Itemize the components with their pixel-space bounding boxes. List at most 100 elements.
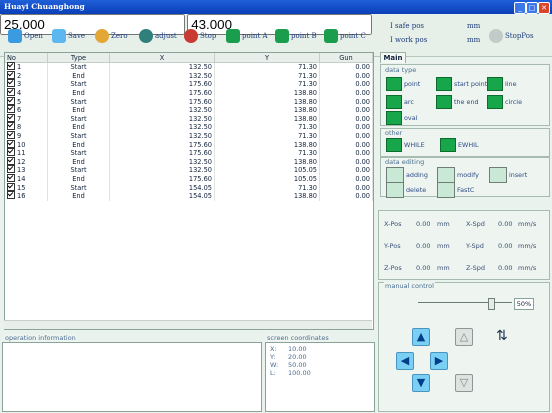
table-row[interactable]: 16 End 154.05 138.80 0.00 (5, 191, 373, 201)
insert-button[interactable]: insert (489, 167, 527, 183)
row-checkbox[interactable] (7, 191, 15, 200)
arc-button[interactable]: arc (386, 95, 414, 109)
table-row[interactable]: 10 End 175.60 138.80 0.00 (5, 139, 373, 149)
row-gun: 0.00 (319, 148, 373, 158)
oval-button[interactable]: oval (386, 111, 417, 125)
row-checkbox[interactable] (7, 174, 15, 183)
table-row[interactable]: 15 Start 154.05 71.30 0.00 (5, 182, 373, 192)
while-button[interactable]: WHILE (386, 138, 425, 152)
header-gun: Gun (319, 53, 373, 63)
z-down-arrow-button[interactable]: ▽ (455, 374, 473, 392)
toolbar: Open Save Zero adjust Stop point A point… (0, 14, 552, 57)
table-row[interactable]: 8 End 132.50 71.30 0.00 (5, 122, 373, 132)
start-point-label: start point (454, 80, 488, 88)
x-spd-unit: mm/s (518, 220, 537, 228)
y-pos-unit: mm (437, 242, 450, 250)
zero-icon (95, 29, 109, 43)
down-arrow-button[interactable]: ▼ (412, 374, 430, 392)
screen-coords-title: screen coordinates (266, 334, 330, 342)
ewhil-button[interactable]: EWHIL (440, 138, 479, 152)
horizontal-scrollbar[interactable] (4, 320, 372, 329)
table-row[interactable]: 6 End 132.50 138.80 0.00 (5, 105, 373, 115)
table-row[interactable]: 9 Start 132.50 71.30 0.00 (5, 131, 373, 141)
row-checkbox[interactable] (7, 165, 15, 174)
stoppos-button[interactable]: StopPos (489, 26, 534, 46)
row-checkbox[interactable] (7, 131, 15, 140)
row-checkbox[interactable] (7, 88, 15, 97)
row-checkbox[interactable] (7, 148, 15, 157)
table-row[interactable]: 1 Start 132.50 71.30 0.00 (5, 62, 373, 72)
table-row[interactable]: 4 End 175.60 138.80 0.00 (5, 88, 373, 98)
other-title: other (384, 129, 404, 137)
row-gun: 0.00 (319, 183, 373, 192)
oval-icon (386, 111, 402, 125)
row-number[interactable]: 16 (5, 191, 48, 201)
delete-button[interactable]: delete (386, 182, 426, 198)
header-y: Y (214, 53, 320, 63)
row-checkbox[interactable] (7, 122, 15, 131)
row-checkbox[interactable] (7, 79, 15, 88)
close-button[interactable]: ✕ (538, 2, 550, 14)
row-x: 132.50 (109, 62, 215, 72)
while-icon (386, 138, 402, 152)
tab-main[interactable]: Main (380, 52, 406, 63)
data-table: No Type X Y Gun 1 Start 132.50 71.30 0.00 2 En… (4, 52, 374, 330)
row-type: End (47, 140, 110, 149)
row-checkbox[interactable] (7, 182, 15, 191)
row-y: 71.30 (214, 148, 320, 158)
adding-button[interactable]: adding (386, 167, 428, 183)
table-row[interactable]: 3 Start 175.60 71.30 0.00 (5, 79, 373, 89)
row-checkbox[interactable] (7, 105, 15, 114)
open-button[interactable]: Open (8, 26, 43, 46)
speed-slider[interactable] (418, 298, 512, 310)
operation-info-box (2, 342, 262, 412)
minimize-button[interactable]: _ (514, 2, 526, 14)
row-y: 138.80 (214, 140, 320, 149)
z-pos-unit: mm (437, 264, 450, 272)
table-row[interactable]: 14 End 175.60 105.05 0.00 (5, 174, 373, 184)
point-b-button[interactable]: point B (275, 26, 317, 46)
table-row[interactable]: 11 Start 175.60 71.30 0.00 (5, 148, 373, 158)
right-arrow-button[interactable]: ▶ (430, 352, 448, 370)
row-x: 175.60 (109, 140, 215, 149)
row-number-text: 8 (17, 123, 22, 132)
zero-button[interactable]: Zero (95, 26, 128, 46)
point-a-label: point A (242, 32, 268, 40)
row-checkbox[interactable] (7, 62, 15, 71)
zero-label: Zero (111, 32, 128, 40)
maximize-button[interactable]: □ (526, 2, 538, 14)
slider-thumb[interactable] (488, 298, 495, 310)
left-arrow-button[interactable]: ◀ (396, 352, 414, 370)
table-row[interactable]: 2 End 132.50 71.30 0.00 (5, 70, 373, 81)
end-button[interactable]: the end (436, 95, 479, 109)
swap-direction-icon[interactable]: ⇅ (496, 328, 508, 344)
folder-icon (8, 29, 22, 43)
end-icon (436, 95, 452, 109)
point-button[interactable]: point (386, 77, 420, 91)
row-checkbox[interactable] (7, 139, 15, 148)
point-a-button[interactable]: point A (226, 26, 268, 46)
insert-icon (489, 167, 507, 183)
table-row[interactable]: 12 End 132.50 138.80 0.00 (5, 156, 373, 167)
arc-icon (386, 95, 402, 109)
table-row[interactable]: 5 Start 175.60 138.80 0.00 (5, 96, 373, 106)
table-row[interactable]: 7 Start 132.50 138.80 0.00 (5, 113, 373, 124)
fastc-icon (437, 182, 455, 198)
stop-button[interactable]: Stop (184, 26, 216, 46)
up-arrow-button[interactable]: ▲ (412, 328, 430, 346)
z-up-arrow-button[interactable]: △ (455, 328, 473, 346)
screen-x: 10.00 (288, 345, 307, 353)
point-c-button[interactable]: point C (324, 26, 366, 46)
manual-title: manual control (384, 282, 435, 290)
circle-icon (487, 95, 503, 109)
row-number-text: 5 (17, 97, 22, 106)
modify-button[interactable]: modify (437, 167, 479, 183)
start-point-button[interactable]: start point (436, 77, 487, 91)
operation-title: operation information (4, 334, 77, 342)
save-button[interactable]: Save (52, 26, 85, 46)
circle-button[interactable]: circle (487, 95, 522, 109)
fastc-button[interactable]: FastC (437, 182, 474, 198)
table-row[interactable]: 13 Start 132.50 105.05 0.00 (5, 165, 373, 175)
adjust-button[interactable]: adjust (139, 26, 177, 46)
line-button[interactable]: line (487, 77, 517, 91)
